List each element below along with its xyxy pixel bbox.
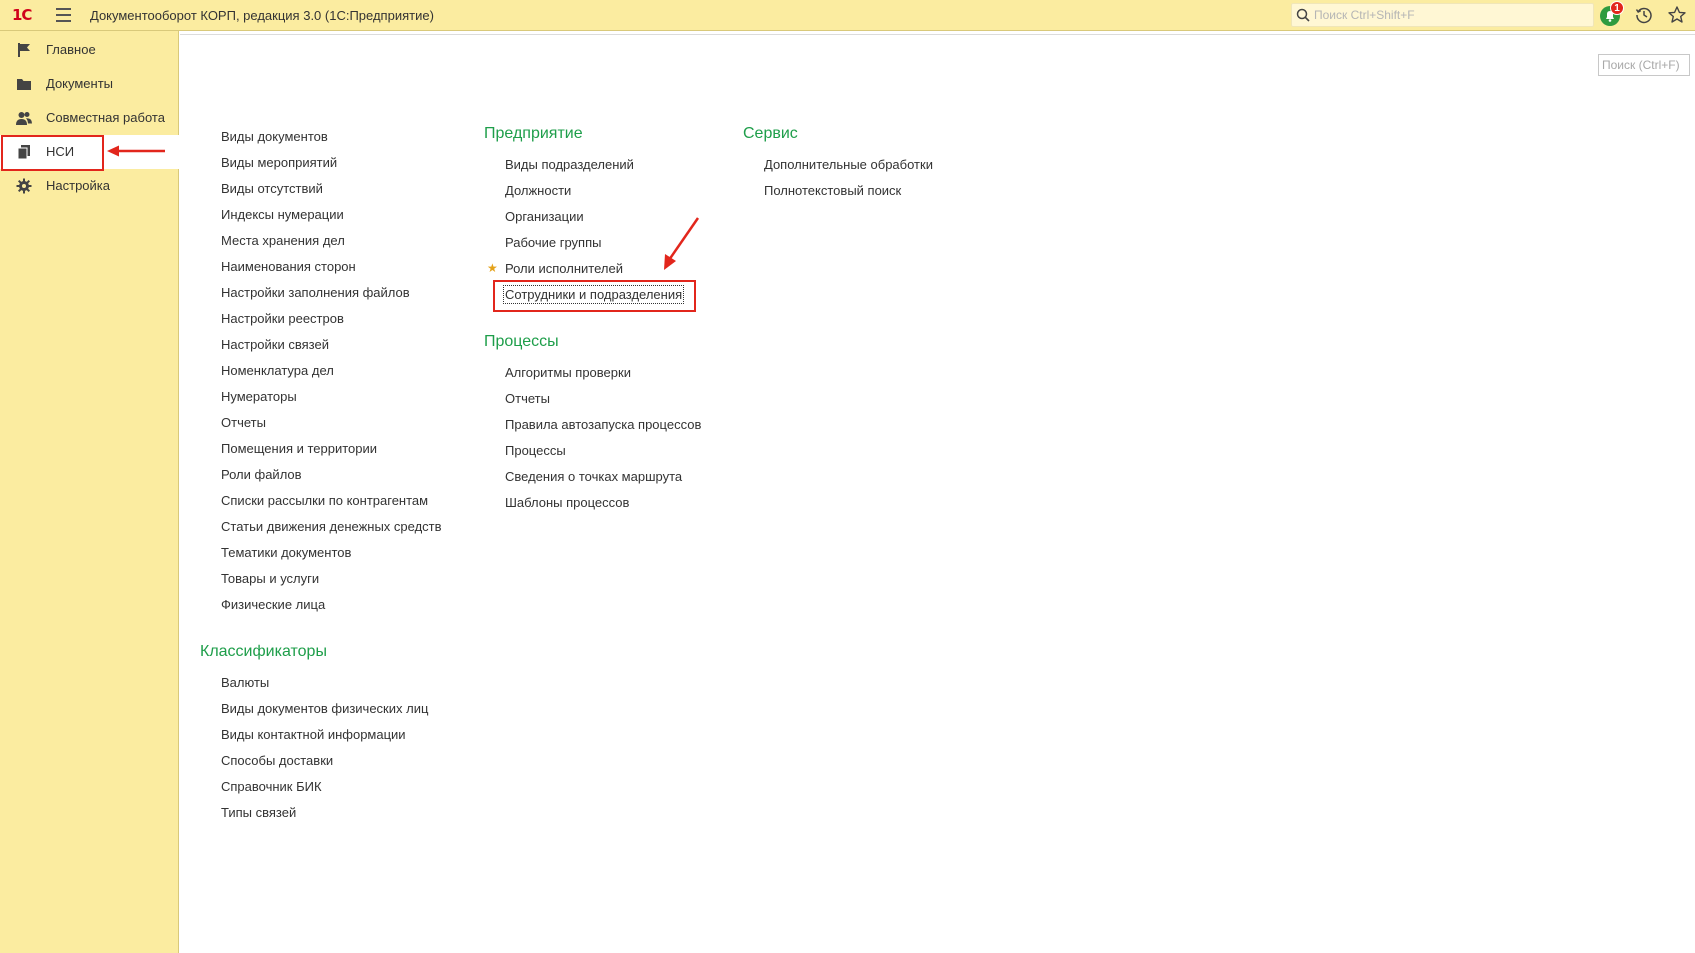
sidebar-item-label: Главное: [46, 42, 96, 57]
1c-logo[interactable]: 1С: [12, 6, 32, 24]
section-search[interactable]: [1598, 54, 1690, 76]
list-item[interactable]: Рабочие группы: [505, 235, 601, 250]
section-title-classifiers: Классификаторы: [200, 643, 327, 660]
list-item[interactable]: Виды подразделений: [505, 157, 634, 172]
list-item[interactable]: Настройки связей: [221, 337, 329, 352]
list-item[interactable]: Физические лица: [221, 597, 325, 612]
list-item[interactable]: Настройки реестров: [221, 311, 344, 326]
search-icon: [1296, 8, 1310, 22]
title-bar: 1С Документооборот КОРП, редакция 3.0 (1…: [0, 0, 1695, 31]
list-item[interactable]: Виды отсутствий: [221, 181, 323, 196]
list-item[interactable]: Процессы: [505, 443, 566, 458]
list-item[interactable]: Дополнительные обработки: [764, 157, 933, 172]
list-item[interactable]: Виды контактной информации: [221, 727, 406, 742]
list-item[interactable]: Наименования сторон: [221, 259, 356, 274]
list-item[interactable]: Роли исполнителей: [505, 261, 623, 276]
section-title-processes: Процессы: [484, 333, 559, 350]
window-title: Документооборот КОРП, редакция 3.0 (1С:П…: [90, 8, 434, 23]
users-icon: [16, 112, 32, 125]
list-item[interactable]: Валюты: [221, 675, 269, 690]
history-icon[interactable]: [1635, 6, 1653, 24]
list-item[interactable]: Шаблоны процессов: [505, 495, 629, 510]
list-item[interactable]: Виды документов: [221, 129, 328, 144]
list-item[interactable]: Отчеты: [505, 391, 550, 406]
favorite-star-icon: ★: [487, 261, 498, 275]
list-item[interactable]: Полнотекстовый поиск: [764, 183, 901, 198]
favorites-star-icon[interactable]: [1667, 5, 1687, 25]
list-item[interactable]: Нумераторы: [221, 389, 297, 404]
notifications-button[interactable]: 1: [1599, 1, 1624, 26]
section-title-service: Сервис: [743, 125, 798, 142]
list-item[interactable]: Справочник БИК: [221, 779, 322, 794]
list-item[interactable]: Индексы нумерации: [221, 207, 344, 222]
list-item[interactable]: Настройки заполнения файлов: [221, 285, 410, 300]
flag-icon: [18, 43, 30, 57]
highlight-box-nsi: [1, 135, 104, 171]
sidebar-item-label: Документы: [46, 76, 114, 91]
main-content: [180, 31, 1695, 953]
list-item[interactable]: Алгоритмы проверки: [505, 365, 631, 380]
global-search-input[interactable]: [1314, 5, 1590, 25]
list-item[interactable]: Номенклатура дел: [221, 363, 334, 378]
notification-badge: 1: [1610, 1, 1624, 15]
annotation-arrow-icon: [664, 217, 700, 270]
list-item[interactable]: Типы связей: [221, 805, 296, 820]
list-item[interactable]: Помещения и территории: [221, 441, 377, 456]
sidebar-item-collaboration[interactable]: Совместная работа: [0, 101, 179, 135]
section-search-input[interactable]: [1599, 55, 1689, 75]
highlight-box-employees: [493, 280, 696, 312]
list-item[interactable]: Места хранения дел: [221, 233, 345, 248]
section-title-enterprise: Предприятие: [484, 125, 583, 142]
list-item[interactable]: Списки рассылки по контрагентам: [221, 493, 428, 508]
sidebar-item-settings[interactable]: Настройка: [0, 169, 179, 203]
list-item[interactable]: Виды документов физических лиц: [221, 701, 428, 716]
list-item[interactable]: Способы доставки: [221, 753, 333, 768]
annotation-arrow-icon: [107, 145, 165, 157]
list-item[interactable]: Статьи движения денежных средств: [221, 519, 442, 534]
sidebar-item-documents[interactable]: Документы: [0, 67, 179, 101]
list-item[interactable]: Должности: [505, 183, 571, 198]
list-item[interactable]: Виды мероприятий: [221, 155, 337, 170]
sidebar-item-label: Совместная работа: [46, 110, 165, 125]
list-item[interactable]: Отчеты: [221, 415, 266, 430]
list-item[interactable]: Правила автозапуска процессов: [505, 417, 701, 432]
main-menu-icon[interactable]: [56, 8, 71, 22]
gear-icon: [16, 178, 32, 194]
sidebar-item-main[interactable]: Главное: [0, 33, 179, 67]
list-item[interactable]: Товары и услуги: [221, 571, 319, 586]
folder-icon: [17, 79, 31, 90]
divider: [180, 34, 1695, 35]
global-search[interactable]: [1291, 3, 1594, 27]
list-item[interactable]: Сведения о точках маршрута: [505, 469, 682, 484]
list-item[interactable]: Организации: [505, 209, 584, 224]
list-item[interactable]: Роли файлов: [221, 467, 302, 482]
list-item[interactable]: Тематики документов: [221, 545, 351, 560]
sidebar-item-label: Настройка: [46, 178, 110, 193]
